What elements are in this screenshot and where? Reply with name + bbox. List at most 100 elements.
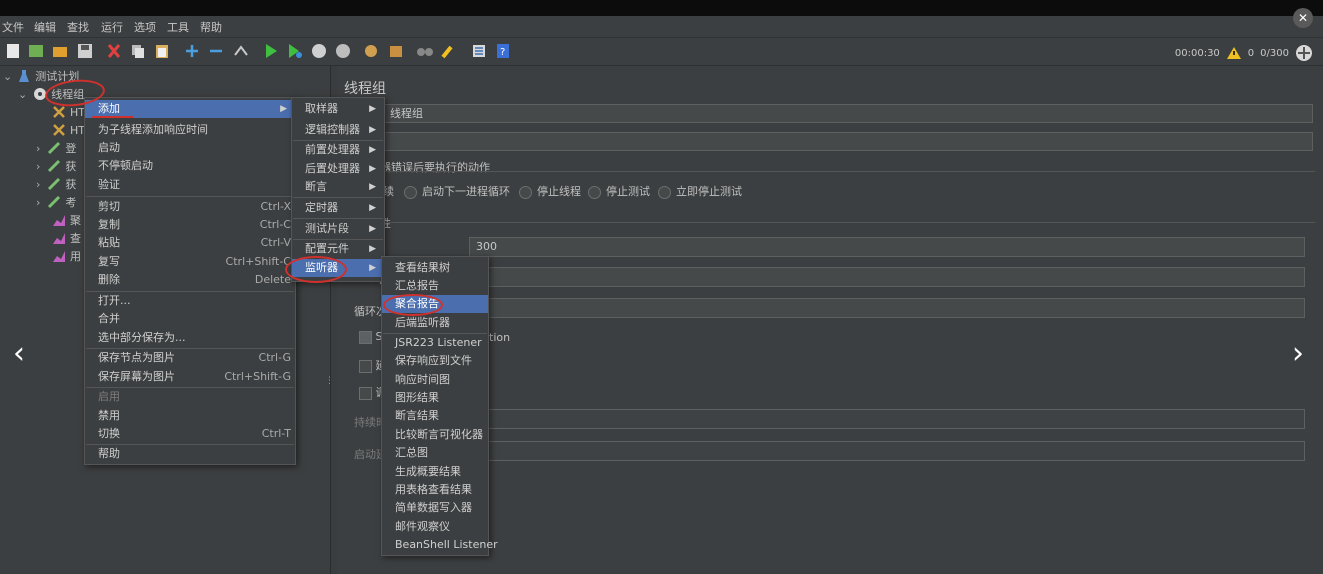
listener-item-save-responses[interactable]: 保存响应到文件 (382, 352, 488, 370)
checkbox[interactable] (359, 359, 372, 373)
clear-icon[interactable] (362, 42, 380, 60)
listener-item-view-results-table[interactable]: 用表格查看结果 (382, 481, 488, 499)
menu-item-start[interactable]: 启动 (85, 139, 295, 157)
radio-button[interactable] (588, 185, 601, 199)
menu-tools[interactable]: 工具 (167, 19, 189, 35)
menu-item-add-think-time[interactable]: 为子线程添加响应时间 (85, 121, 295, 139)
menu-item-help[interactable]: 帮助 (85, 445, 295, 463)
expand-icon[interactable] (183, 42, 201, 60)
menu-item-save-selection[interactable]: 选中部分保存为... (85, 329, 295, 347)
submenu-item-timer[interactable]: 定时器 ▶ (292, 199, 384, 217)
submenu-item-assertion[interactable]: 断言 ▶ (292, 178, 384, 196)
start-icon[interactable] (262, 42, 280, 60)
open-icon[interactable] (51, 42, 69, 60)
loop-field[interactable] (469, 298, 1305, 318)
menu-item-paste[interactable]: 粘贴 Ctrl-V (85, 234, 295, 252)
tree-node-4[interactable]: › 获 (36, 157, 76, 175)
remote-icon[interactable] (1295, 44, 1313, 62)
stop-icon[interactable] (310, 42, 328, 60)
listener-item-summary-graph[interactable]: 汇总图 (382, 444, 488, 462)
templates-icon[interactable] (27, 42, 45, 60)
menu-file[interactable]: 文件 (2, 19, 24, 35)
threads-field[interactable]: 300 (469, 237, 1305, 257)
menu-search[interactable]: 查找 (67, 19, 89, 35)
listener-item-jsr223[interactable]: JSR223 Listener (382, 334, 488, 352)
listener-item-assertion-results[interactable]: 断言结果 (382, 407, 488, 425)
radio-button[interactable] (519, 185, 532, 199)
menu-item-delete[interactable]: 删除 Delete (85, 271, 295, 289)
menu-item-cut[interactable]: 剪切 Ctrl-X (85, 198, 295, 216)
chevron-down-icon[interactable]: ⌄ (18, 88, 27, 101)
menu-item-start-no-pause[interactable]: 不停顿启动 (85, 157, 295, 175)
comment-field[interactable] (383, 132, 1313, 151)
toggle-icon[interactable] (232, 42, 250, 60)
chevron-right-icon[interactable]: › (36, 178, 40, 191)
tree-node-5[interactable]: › 获 (36, 175, 76, 193)
function-helper-icon[interactable] (470, 42, 488, 60)
submenu-item-logic-controller[interactable]: 逻辑控制器 ▶ (292, 121, 384, 139)
listener-item-beanshell[interactable]: BeanShell Listener (382, 536, 498, 554)
submenu-item-config-element[interactable]: 配置元件 ▶ (292, 240, 384, 258)
drag-handle-icon[interactable]: ⋮ (325, 376, 334, 386)
menu-item-duplicate[interactable]: 复写 Ctrl+Shift-C (85, 253, 295, 271)
next-arrow-icon[interactable]: › (1292, 336, 1304, 371)
listener-item-compare-assertion[interactable]: 比较断言可视化器 (382, 426, 488, 444)
radio-button[interactable] (658, 185, 671, 199)
menu-edit[interactable]: 编辑 (34, 19, 56, 35)
menu-run[interactable]: 运行 (101, 19, 123, 35)
submenu-item-sampler[interactable]: 取样器 ▶ (292, 100, 384, 118)
submenu-item-pre-processor[interactable]: 前置处理器 ▶ (292, 141, 384, 159)
listener-item-simple-data-writer[interactable]: 简单数据写入器 (382, 499, 488, 517)
radio-stop-now[interactable]: 立即停止测试 (658, 183, 742, 199)
collapse-icon[interactable] (207, 42, 225, 60)
checkbox[interactable] (359, 386, 372, 400)
chevron-right-icon[interactable]: › (36, 160, 40, 173)
chevron-right-icon[interactable]: › (36, 196, 40, 209)
reset-search-icon[interactable] (440, 42, 458, 60)
submenu-item-post-processor[interactable]: 后置处理器 ▶ (292, 160, 384, 178)
close-button[interactable]: ✕ (1293, 8, 1313, 28)
same-user-checkbox[interactable]: S (359, 330, 382, 344)
menu-item-copy[interactable]: 复制 Ctrl-C (85, 216, 295, 234)
chevron-right-icon[interactable]: › (36, 142, 40, 155)
copy-icon[interactable] (129, 42, 147, 60)
tree-node-http-2[interactable]: HT (52, 121, 85, 139)
menu-item-disable[interactable]: 禁用 (85, 407, 295, 425)
save-icon[interactable] (76, 42, 94, 60)
menu-item-merge[interactable]: 合并 (85, 310, 295, 328)
duration-field[interactable] (469, 409, 1305, 429)
listener-item-mailer-visualizer[interactable]: 邮件观察仪 (382, 518, 488, 536)
warning-icon[interactable] (1226, 46, 1242, 60)
ramp-field[interactable] (469, 267, 1305, 287)
start-no-pause-icon[interactable] (286, 42, 304, 60)
name-field[interactable]: 线程组 (383, 104, 1313, 123)
chevron-down-icon[interactable]: ⌄ (3, 70, 12, 83)
menu-options[interactable]: 选项 (134, 19, 156, 35)
menu-item-validate[interactable]: 验证 (85, 176, 295, 194)
menu-item-toggle[interactable]: 切换 Ctrl-T (85, 425, 295, 443)
menu-help[interactable]: 帮助 (200, 19, 222, 35)
menu-item-save-node-image[interactable]: 保存节点为图片 Ctrl-G (85, 349, 295, 367)
listener-item-generate-summary[interactable]: 生成概要结果 (382, 463, 488, 481)
new-icon[interactable] (4, 42, 22, 60)
tree-node-7[interactable]: 聚 (52, 211, 81, 229)
listener-item-summary-report[interactable]: 汇总报告 (382, 277, 488, 295)
checkbox[interactable] (359, 330, 372, 344)
listener-item-response-time-graph[interactable]: 响应时间图 (382, 371, 488, 389)
tree-node-3[interactable]: › 登 (36, 139, 76, 157)
help-icon[interactable]: ? (494, 42, 512, 60)
radio-next-loop[interactable]: 启动下一进程循环 (404, 183, 510, 199)
tree-node-8[interactable]: 查 (52, 229, 81, 247)
clear-all-icon[interactable] (387, 42, 405, 60)
radio-stop-thread[interactable]: 停止线程 (519, 183, 581, 199)
shutdown-icon[interactable] (334, 42, 352, 60)
paste-icon[interactable] (153, 42, 171, 60)
menu-item-save-screen-image[interactable]: 保存屏幕为图片 Ctrl+Shift-G (85, 368, 295, 386)
menu-item-open[interactable]: 打开... (85, 292, 295, 310)
binoculars-icon[interactable] (416, 42, 434, 60)
startup-delay-field[interactable] (469, 441, 1305, 461)
cut-icon[interactable] (105, 42, 123, 60)
listener-item-view-results-tree[interactable]: 查看结果树 (382, 259, 488, 277)
radio-button[interactable] (404, 185, 417, 199)
listener-item-backend-listener[interactable]: 后端监听器 (382, 314, 488, 332)
